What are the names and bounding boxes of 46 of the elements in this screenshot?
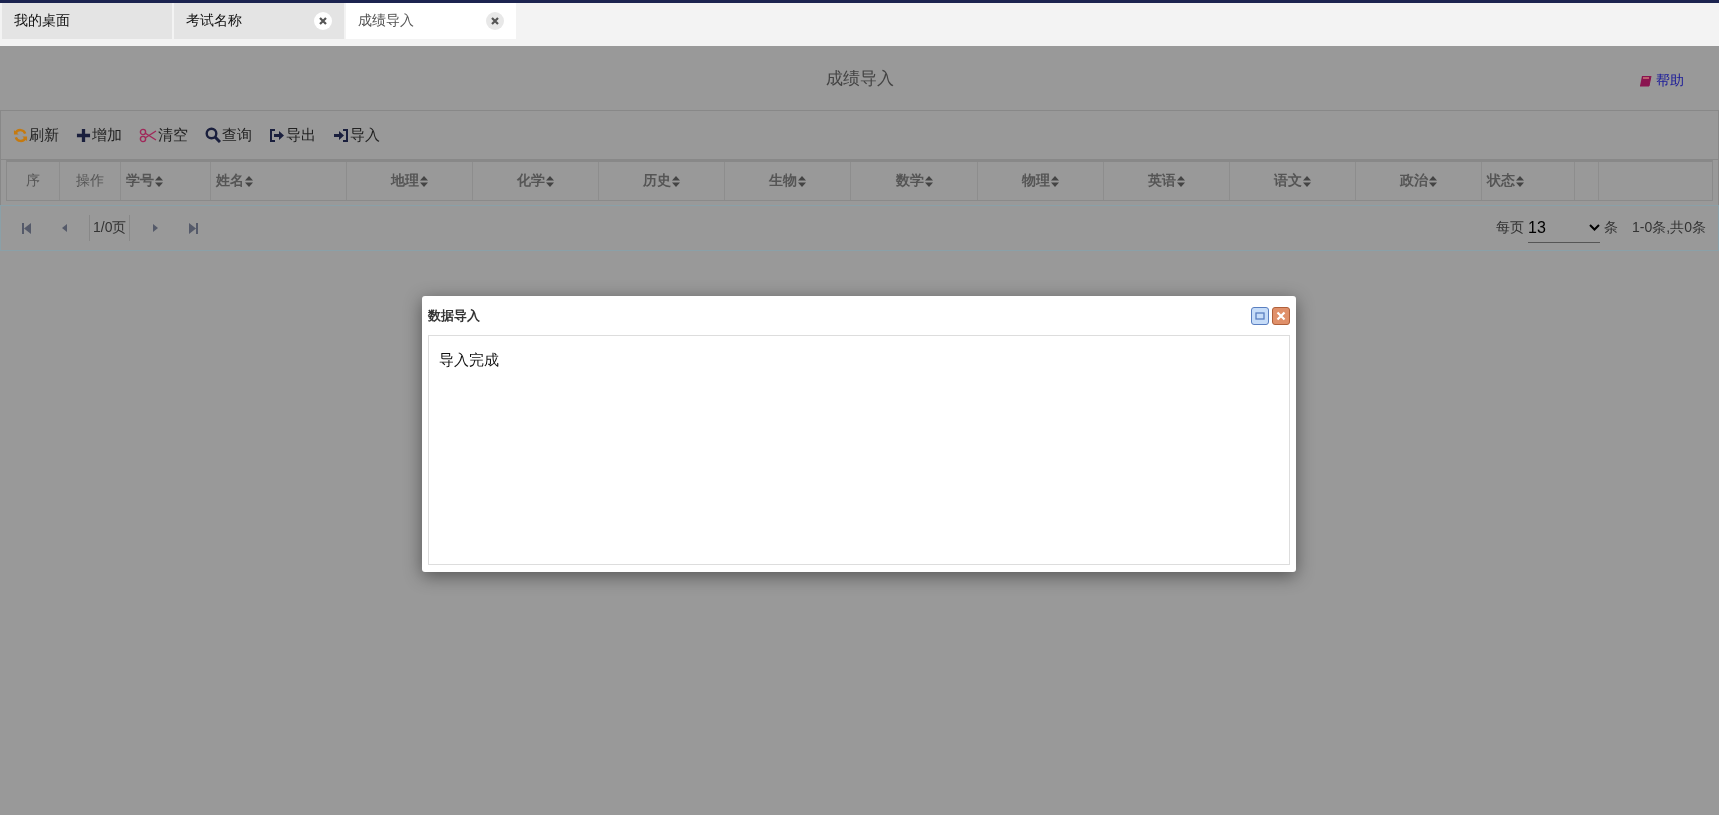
window-icon [1255,311,1265,320]
toolbar-button[interactable]: 导出 [269,125,316,145]
record-summary: 1-0条,共0条 [1632,219,1706,237]
help-link[interactable]: 帮助 [1639,72,1684,90]
tab[interactable]: 考试名称 [174,3,344,39]
toolbar-button[interactable]: 清空 [139,125,188,145]
close-icon [1276,310,1286,321]
scissors-icon [139,127,157,143]
refresh-icon [13,127,28,143]
close-icon[interactable] [314,12,332,30]
toolbar-button[interactable]: 查询 [205,125,252,145]
page-info: 1/0页 [89,215,131,241]
tab[interactable]: 成绩导入 [346,3,516,39]
arrow-out-icon [269,127,285,143]
column-header[interactable]: 化学 [517,172,554,190]
dialog-message: 导入完成 [439,351,499,368]
column-header[interactable]: 物理 [1022,172,1059,190]
unit-label: 条 [1604,219,1619,237]
maximize-button[interactable] [1251,306,1269,325]
page-title: 成绩导入 [825,67,894,90]
column-header[interactable]: 学号 [126,172,163,190]
toolbar-button[interactable]: 增加 [76,125,122,145]
plus-icon [76,127,91,143]
dialog-title: 数据导入 [428,306,481,325]
close-icon[interactable] [486,12,504,30]
book-icon [1639,74,1652,88]
arrow-in-icon [333,127,349,143]
column-header[interactable]: 序 [26,172,40,190]
column-header[interactable]: 地理 [391,172,428,190]
column-header[interactable]: 历史 [643,172,680,190]
close-button[interactable] [1272,306,1290,325]
column-header[interactable]: 数学 [895,172,933,190]
column-header[interactable]: 英语 [1148,172,1185,190]
toolbar-button[interactable]: 导入 [333,125,380,145]
column-header[interactable]: 操作 [76,172,104,190]
column-header[interactable]: 姓名 [216,172,253,190]
search-icon [205,127,221,143]
per-page-label: 每页 [1496,219,1525,237]
page-size-select[interactable]: 13 [1528,213,1601,243]
column-header[interactable]: 生物 [769,172,806,190]
chevron-down-icon [1589,224,1601,231]
toolbar-button[interactable]: 刷新 [13,125,59,145]
column-header[interactable]: 语文 [1274,172,1311,190]
column-header[interactable]: 政治 [1400,172,1437,190]
column-header[interactable]: 状态 [1487,172,1524,190]
tab[interactable]: 我的桌面 [2,3,172,39]
